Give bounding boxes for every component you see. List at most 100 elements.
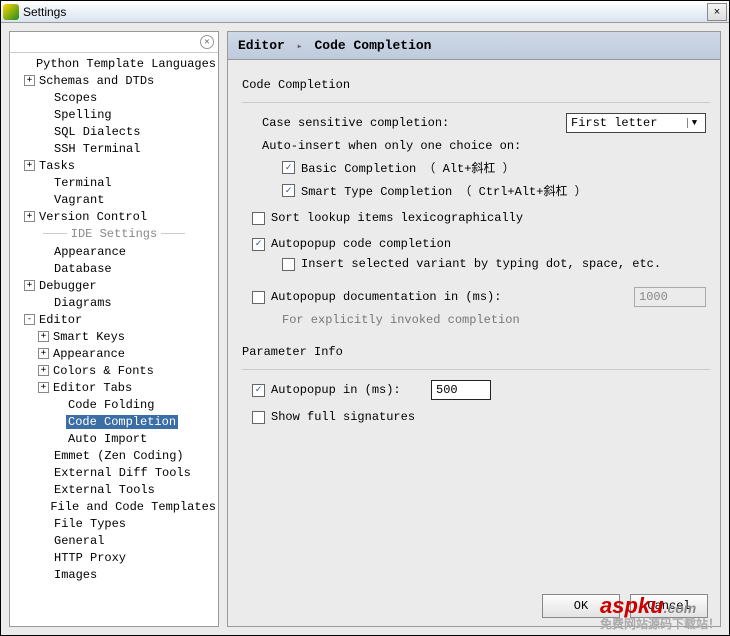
tree-item[interactable]: +Editor Tabs <box>10 379 218 396</box>
checkbox-autopopup-code[interactable] <box>252 238 265 251</box>
tree-item[interactable]: +Smart Keys <box>10 328 218 345</box>
tree-item-label: SSH Terminal <box>52 142 142 156</box>
chevron-right-icon: ▸ <box>297 42 303 53</box>
tree-item[interactable]: Spelling <box>10 106 218 123</box>
expand-icon[interactable]: + <box>38 382 49 393</box>
tree-item-label: Terminal <box>52 176 114 190</box>
tree-item[interactable]: +Version Control <box>10 208 218 225</box>
tree-item-label: Code Completion <box>66 415 178 429</box>
breadcrumb: Editor ▸ Code Completion <box>228 32 720 60</box>
main-area: ✕ Python Template Languages+Schemas and … <box>1 23 729 635</box>
row-sort-lookup: Sort lookup items lexicographically <box>242 211 706 225</box>
checkbox-autopopup-in[interactable] <box>252 384 265 397</box>
label-autopopup-code: Autopopup code completion <box>271 237 451 251</box>
row-autopopup-code: Autopopup code completion <box>242 237 706 251</box>
tree-item-label: Auto Import <box>66 432 149 446</box>
tree-item[interactable]: File and Code Templates <box>10 498 218 515</box>
tree-item[interactable]: Appearance <box>10 243 218 260</box>
expand-icon[interactable]: + <box>24 280 35 291</box>
label-basic-completion: Basic Completion （ Alt+斜杠 ） <box>301 159 515 176</box>
tree-item[interactable]: SQL Dialects <box>10 123 218 140</box>
checkbox-smart-completion[interactable] <box>282 184 295 197</box>
subtext-autopopup-doc: For explicitly invoked completion <box>282 313 706 327</box>
expand-icon[interactable]: + <box>24 75 35 86</box>
tree-item-label: Appearance <box>51 347 127 361</box>
tree-item-label: Appearance <box>52 245 128 259</box>
checkbox-show-full-sig[interactable] <box>252 411 265 424</box>
tree-item[interactable]: File Types <box>10 515 218 532</box>
tree-item[interactable]: General <box>10 532 218 549</box>
tree-item[interactable]: External Tools <box>10 481 218 498</box>
tree-item[interactable]: Auto Import <box>10 430 218 447</box>
label-show-full-sig: Show full signatures <box>271 410 415 424</box>
tree-item[interactable]: +Appearance <box>10 345 218 362</box>
settings-tree[interactable]: Python Template Languages+Schemas and DT… <box>10 53 218 626</box>
expand-icon[interactable]: + <box>24 211 35 222</box>
tree-item[interactable]: Vagrant <box>10 191 218 208</box>
tree-item-label: Vagrant <box>52 193 106 207</box>
app-icon <box>3 4 19 20</box>
tree-item-label: Colors & Fonts <box>51 364 156 378</box>
expand-icon[interactable]: + <box>38 348 49 359</box>
tree-item-label: File and Code Templates <box>48 500 218 514</box>
search-input[interactable] <box>14 34 200 50</box>
checkbox-insert-variant[interactable] <box>282 258 295 271</box>
settings-window: Settings × ✕ Python Template Languages+S… <box>0 0 730 636</box>
tree-item[interactable]: SSH Terminal <box>10 140 218 157</box>
ok-button[interactable]: OK <box>542 594 620 618</box>
label-smart-completion: Smart Type Completion （ Ctrl+Alt+斜杠 ） <box>301 182 587 199</box>
chevron-down-icon: ▼ <box>687 118 701 128</box>
tree-item-label: Scopes <box>52 91 99 105</box>
input-autopopup-in-ms[interactable] <box>431 380 491 400</box>
expand-icon[interactable]: + <box>38 331 49 342</box>
tree-item-label: External Tools <box>52 483 157 497</box>
tree-item[interactable]: Images <box>10 566 218 583</box>
tree-item[interactable]: +Colors & Fonts <box>10 362 218 379</box>
expand-icon[interactable]: + <box>24 160 35 171</box>
select-case-sensitive[interactable]: First letter ▼ <box>566 113 706 133</box>
tree-item[interactable]: Code Folding <box>10 396 218 413</box>
tree-item-label: External Diff Tools <box>52 466 193 480</box>
breadcrumb-leaf: Code Completion <box>314 38 431 53</box>
tree-item[interactable]: Terminal <box>10 174 218 191</box>
tree-item[interactable]: External Diff Tools <box>10 464 218 481</box>
left-panel: ✕ Python Template Languages+Schemas and … <box>9 31 219 627</box>
tree-item-label: File Types <box>52 517 128 531</box>
tree-item[interactable]: Python Template Languages <box>10 55 218 72</box>
tree-item[interactable]: +Debugger <box>10 277 218 294</box>
label-sort-lookup: Sort lookup items lexicographically <box>271 211 523 225</box>
search-row: ✕ <box>10 32 218 53</box>
cancel-button[interactable]: Cancel <box>630 594 708 618</box>
clear-search-icon[interactable]: ✕ <box>200 35 214 49</box>
label-autopopup-doc: Autopopup documentation in (ms): <box>271 290 634 304</box>
checkbox-basic-completion[interactable] <box>282 161 295 174</box>
checkbox-autopopup-doc[interactable] <box>252 291 265 304</box>
content: Code Completion Case sensitive completio… <box>228 60 720 588</box>
tree-item[interactable]: HTTP Proxy <box>10 549 218 566</box>
tree-item-label: Code Folding <box>66 398 156 412</box>
row-insert-variant: Insert selected variant by typing dot, s… <box>242 257 706 271</box>
tree-item[interactable]: +Tasks <box>10 157 218 174</box>
expand-icon[interactable]: + <box>38 365 49 376</box>
collapse-icon[interactable]: - <box>24 314 35 325</box>
tree-item-label: Emmet (Zen Coding) <box>52 449 186 463</box>
tree-item[interactable]: Code Completion <box>10 413 218 430</box>
tree-item-label: Schemas and DTDs <box>37 74 156 88</box>
row-case-sensitive: Case sensitive completion: First letter … <box>242 113 706 133</box>
tree-item[interactable]: Database <box>10 260 218 277</box>
tree-item-label: Spelling <box>52 108 114 122</box>
tree-item[interactable]: +Schemas and DTDs <box>10 72 218 89</box>
close-button[interactable]: × <box>707 3 727 21</box>
row-autopopup-doc: Autopopup documentation in (ms): <box>242 287 706 307</box>
tree-item-label: SQL Dialects <box>52 125 142 139</box>
tree-item[interactable]: Diagrams <box>10 294 218 311</box>
titlebar: Settings × <box>1 1 729 23</box>
breadcrumb-root[interactable]: Editor <box>238 38 285 53</box>
tree-item[interactable]: Emmet (Zen Coding) <box>10 447 218 464</box>
row-smart-completion: Smart Type Completion （ Ctrl+Alt+斜杠 ） <box>242 182 706 199</box>
tree-item[interactable]: -Editor <box>10 311 218 328</box>
checkbox-sort-lookup[interactable] <box>252 212 265 225</box>
tree-item[interactable]: Scopes <box>10 89 218 106</box>
tree-item-label: General <box>52 534 106 548</box>
label-auto-insert: Auto-insert when only one choice on: <box>242 139 706 153</box>
